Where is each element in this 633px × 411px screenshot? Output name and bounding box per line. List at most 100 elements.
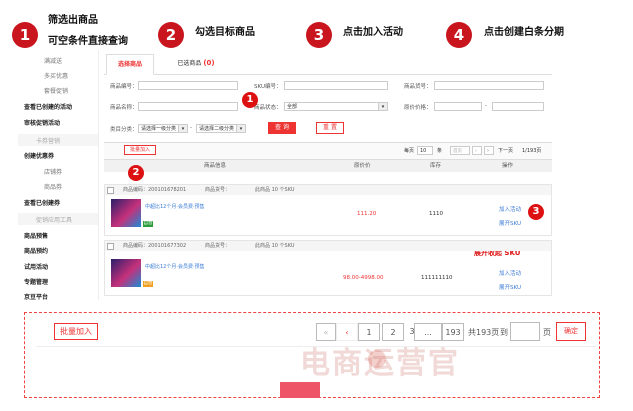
row-checkbox[interactable] [107,187,114,194]
sidebar-item[interactable]: 查看已创建的活动 [24,102,72,111]
table-header: 商品信息 原价价 库存 操作 [104,160,552,172]
product-status-value: 全部 [287,104,298,110]
annotation-1-badge: 1 [242,92,258,108]
row-checkbox[interactable] [107,243,114,250]
product-id-input[interactable] [138,81,238,90]
step-3-badge: 3 [306,22,332,48]
price-max-input[interactable] [492,102,544,111]
screenshot-frame: 满减送 多买优惠 套餐促销 查看已创建的活动 审核促销活动 卡券营销 创建优惠券… [18,50,552,301]
main-panel: 选择商品 已选商品 (0) 商品编号： SKU编号： 商品货号： 商品名称： 商… [104,50,552,300]
chevron-down-icon: ▾ [178,125,187,132]
sku-count: 此商品 10 个SKU [255,243,295,249]
query-button[interactable]: 查 询 [268,122,296,134]
per-page-select[interactable]: 10 [417,146,433,155]
sidebar-item[interactable]: 创建优惠券 [24,151,54,160]
expand-sku-link[interactable]: 展开SKU [499,283,521,291]
product-code: 商品编码：200101678201 [123,187,187,193]
page-info: 1/193页 [522,148,542,154]
product-name-input[interactable] [138,102,238,111]
table-row: 商品编码：200101678201 商品货号： 此商品 10 个SKU 自营 中… [104,184,552,236]
product-no: 商品货号： [205,243,231,249]
add-to-activity-link[interactable]: 加入活动 [499,205,521,213]
chevron-down-icon: ▾ [236,125,245,132]
watermark-logo-icon [368,350,386,368]
sidebar-group-label[interactable]: 卡券营销 [36,136,60,145]
price-range-dash: - [485,103,487,109]
per-page-label: 每页 [404,148,415,154]
sidebar-item[interactable]: 专题管理 [24,277,48,286]
price-min-input[interactable] [434,102,482,111]
next-icon[interactable]: › [484,146,494,155]
tab-selected-label: 已选商品 [177,60,202,67]
partial-button[interactable] [280,382,320,398]
first-page-button[interactable]: 首页 [450,146,470,155]
tab-select-products[interactable]: 选择商品 [106,54,154,75]
row-header: 商品编码：200101678201 商品货号： 此商品 10 个SKU [105,185,551,195]
product-code: 商品编码：200101677302 [123,243,187,249]
sidebar-item[interactable]: 套餐促销 [44,86,68,95]
product-no: 商品货号： [205,187,231,193]
sidebar-item[interactable]: 商品预约 [24,246,48,255]
product-status-select[interactable]: 全部 ▾ [284,102,388,111]
step-2-text: 勾选目标商品 [195,27,255,38]
product-thumbnail[interactable] [111,259,141,287]
annotation-3-badge: 3 [528,204,544,220]
product-title[interactable]: 中超比12个月·会员费·预售 [145,203,205,210]
add-to-activity-link[interactable]: 加入活动 [499,269,521,277]
step-3-text: 点击加入活动 [343,27,403,38]
sidebar-item[interactable]: 多买优惠 [44,71,68,80]
th-product-info: 商品信息 [204,163,227,169]
table-row: 商品编码：200101677302 商品货号： 此商品 10 个SKU 自营 中… [104,240,552,296]
th-price: 原价价 [354,163,371,169]
sidebar-item[interactable]: 审核促销活动 [24,118,60,127]
sidebar-item[interactable]: 京豆平台 [24,292,48,301]
sidebar-item[interactable]: 商品预售 [24,231,48,240]
step-2-badge: 2 [158,22,184,48]
product-thumbnail[interactable] [111,199,141,227]
batch-add-button[interactable]: 批量加入 [124,145,156,155]
product-status-label: 商品状态： [254,105,282,111]
product-price: 98.00-4998.00 [343,275,384,281]
product-no-input[interactable] [434,81,544,90]
th-stock: 库存 [430,163,442,169]
sku-id-input[interactable] [284,81,388,90]
prev-icon[interactable]: ‹ [472,146,482,155]
step-1-text-2: 可空条件直接查询 [48,36,128,47]
selected-count: (0) [203,59,215,67]
sku-id-label: SKU编号： [254,84,282,90]
product-id-label: 商品编号： [110,84,138,90]
reset-button[interactable]: 重 置 [316,122,344,134]
category-level1-value: 请选择一级分类 [141,126,177,132]
product-title[interactable]: 中超比12个月·会员费·预售 [145,263,205,270]
self-operated-tag: 自营 [143,281,153,287]
sidebar-item[interactable]: 查看已创建券 [24,198,60,207]
sidebar-group-label[interactable]: 促销应用工具 [36,215,72,224]
expand-sku-link[interactable]: 展开SKU [499,219,521,227]
total-pages: 共193页 [468,328,500,337]
sidebar: 满减送 多买优惠 套餐促销 查看已创建的活动 审核促销活动 卡券营销 创建优惠券… [18,50,99,301]
product-stock: 111111110 [421,275,453,281]
goto-label: 到 [500,328,508,337]
sidebar-item[interactable]: 店铺券 [44,167,62,176]
price-range-label: 原价价格： [404,105,432,111]
sidebar-item[interactable]: 试用活动 [24,262,48,271]
goto-page-input[interactable] [510,322,540,341]
product-name-label: 商品名称： [110,105,138,111]
sidebar-item[interactable]: 商品券 [44,182,62,191]
step-1-badge: 1 [12,22,38,48]
next-page-label[interactable]: 下一页 [498,147,513,154]
tab-selected-products[interactable]: 已选商品 (0) [166,54,226,73]
per-page-unit: 条 [437,148,443,154]
product-no-label: 商品货号： [404,84,432,90]
category-dash: - [190,125,192,131]
confirm-button[interactable]: 确定 [556,322,586,341]
category-label: 类目分类： [110,127,138,133]
product-stock: 1110 [429,211,443,217]
page-unit: 页 [543,328,551,337]
category-level2-select[interactable]: 请选择二级分类 ▾ [196,124,246,133]
th-action: 操作 [502,163,514,169]
sidebar-item[interactable]: 满减送 [44,56,62,65]
sku-count: 此商品 10 个SKU [255,187,295,193]
category-level1-select[interactable]: 请选择一级分类 ▾ [138,124,188,133]
batch-add-button-zoom[interactable]: 批量加入 [54,323,98,340]
